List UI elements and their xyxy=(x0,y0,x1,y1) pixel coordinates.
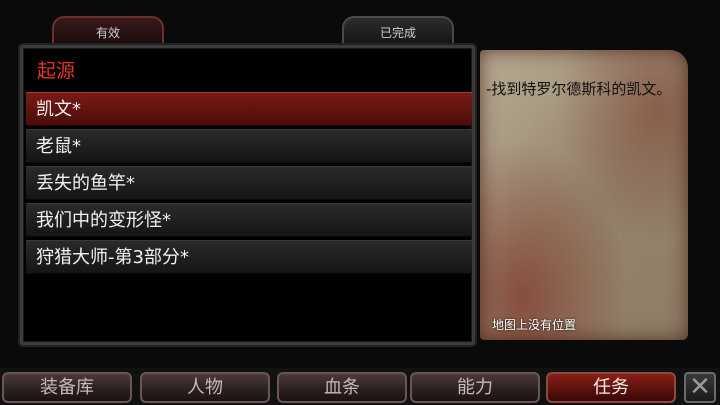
tab-completed[interactable]: 已完成 xyxy=(342,16,454,43)
quest-list-panel: 起源 凯文* 老鼠* 丢失的鱼竿* 我们中的变形怪* 狩猎大师-第3部分* xyxy=(20,45,475,345)
nav-health-button[interactable]: 血条 xyxy=(277,372,407,403)
map-location-note: 地图上没有位置 xyxy=(492,318,577,332)
nav-abilities-button[interactable]: 能力 xyxy=(410,372,540,403)
quest-item-huntmaster[interactable]: 狩猎大师-第3部分* xyxy=(26,240,472,274)
quest-objective-text: -找到特罗尔德斯科的凯文。 xyxy=(486,80,672,98)
quest-detail-parchment: -找到特罗尔德斯科的凯文。 地图上没有位置 xyxy=(480,50,688,340)
section-title: 起源 xyxy=(37,60,76,82)
nav-quests-button[interactable]: 任务 xyxy=(546,372,676,403)
quest-item-kevin[interactable]: 凯文* xyxy=(26,92,472,126)
tab-active[interactable]: 有效 xyxy=(52,16,164,43)
quest-item-changeling[interactable]: 我们中的变形怪* xyxy=(26,203,472,237)
bottom-nav: 装备库 人物 血条 能力 任务 xyxy=(0,368,720,405)
close-icon[interactable]: ✕ xyxy=(684,372,716,403)
quest-item-lost-rod[interactable]: 丢失的鱼竿* xyxy=(26,166,472,200)
nav-inventory-button[interactable]: 装备库 xyxy=(2,372,132,403)
quest-item-rats[interactable]: 老鼠* xyxy=(26,129,472,163)
nav-character-button[interactable]: 人物 xyxy=(140,372,270,403)
